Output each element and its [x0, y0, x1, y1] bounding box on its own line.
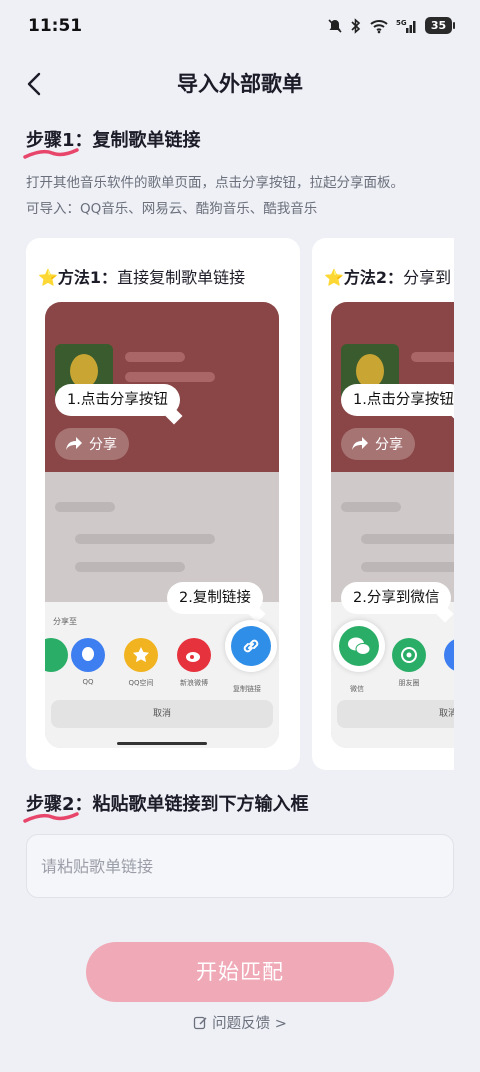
tip-share-wechat: 2.分享到微信	[341, 582, 452, 614]
wechat-highlight	[333, 620, 385, 672]
share-app-qq: QQ	[66, 638, 110, 686]
step2-title: ：粘贴歌单链接到下方输入框	[74, 794, 309, 815]
bluetooth-icon	[351, 17, 361, 34]
tip-tap-share: 1.点击分享按钮	[341, 384, 454, 416]
status-icons: 5G 35	[327, 17, 455, 34]
method-card-1: ⭐方法1：直接复制歌单链接 1.点击分享按钮 分享 分享至 QQ QQ空间 新浪…	[26, 238, 300, 770]
edit-icon	[193, 1016, 207, 1030]
share-pill: 分享	[341, 428, 415, 460]
qq-icon	[82, 647, 94, 661]
svg-text:5G: 5G	[396, 19, 407, 27]
wifi-icon	[370, 19, 388, 33]
step2-heading: 步骤2 ：粘贴歌单链接到下方输入框	[23, 790, 309, 823]
wechat-icon	[348, 637, 371, 655]
tip-tap-share: 1.点击分享按钮	[55, 384, 180, 416]
page-title: 导入外部歌单	[177, 72, 303, 96]
step1-desc-line2: 可导入：QQ音乐、网易云、酷狗音乐、酷我音乐	[26, 201, 318, 217]
step1-desc-line1: 打开其他音乐软件的歌单页面，点击分享按钮，拉起分享面板。	[26, 175, 404, 191]
underline-swoosh-icon	[23, 812, 79, 823]
copy-link-highlight	[225, 620, 277, 672]
step1-title: ：复制歌单链接	[74, 130, 201, 151]
step1-prefix: 步骤1	[23, 126, 79, 159]
weibo-icon	[186, 652, 200, 662]
battery-indicator: 35	[425, 17, 455, 34]
share-app-qzone: QQ空间	[119, 638, 163, 688]
method2-illustration: 1.点击分享按钮 分享 微信 朋友圈 取消 2.分享到微信	[331, 302, 454, 748]
tip-copy-link: 2.复制链接	[167, 582, 263, 614]
signal-icon: 5G	[396, 19, 416, 33]
share-app-weibo: 新浪微博	[172, 638, 216, 688]
method1-illustration: 1.点击分享按钮 分享 分享至 QQ QQ空间 新浪微博 复制链接 取消 2.复…	[45, 302, 279, 748]
feedback-link[interactable]: 问题反馈 >	[0, 1012, 480, 1033]
mute-bell-icon	[328, 18, 342, 33]
link-icon	[243, 639, 259, 653]
share-arrow-icon	[66, 437, 82, 450]
method2-title: ⭐方法2：分享到	[324, 268, 452, 287]
step2-prefix: 步骤2	[23, 790, 79, 823]
sheet-cancel: 取消	[51, 700, 273, 728]
playlist-link-input[interactable]	[26, 834, 454, 898]
method-carousel[interactable]: ⭐方法1：直接复制歌单链接 1.点击分享按钮 分享 分享至 QQ QQ空间 新浪…	[26, 238, 454, 770]
status-time: 11:51	[28, 16, 83, 36]
share-app-moments: 朋友圈	[387, 638, 431, 688]
start-match-button[interactable]: 开始匹配	[86, 942, 394, 1002]
share-arrow-icon	[352, 437, 368, 450]
step1-heading: 步骤1 ：复制歌单链接	[23, 126, 201, 159]
method-card-2: ⭐方法2：分享到 1.点击分享按钮 分享 微信 朋友圈 取消 2.分享到微信	[312, 238, 454, 770]
underline-swoosh-icon	[23, 148, 79, 159]
moments-icon	[401, 647, 417, 663]
sheet-cancel: 取消	[337, 700, 454, 728]
star-icon	[133, 647, 149, 663]
share-pill: 分享	[55, 428, 129, 460]
method1-title: ⭐方法1：直接复制歌单链接	[38, 268, 246, 287]
